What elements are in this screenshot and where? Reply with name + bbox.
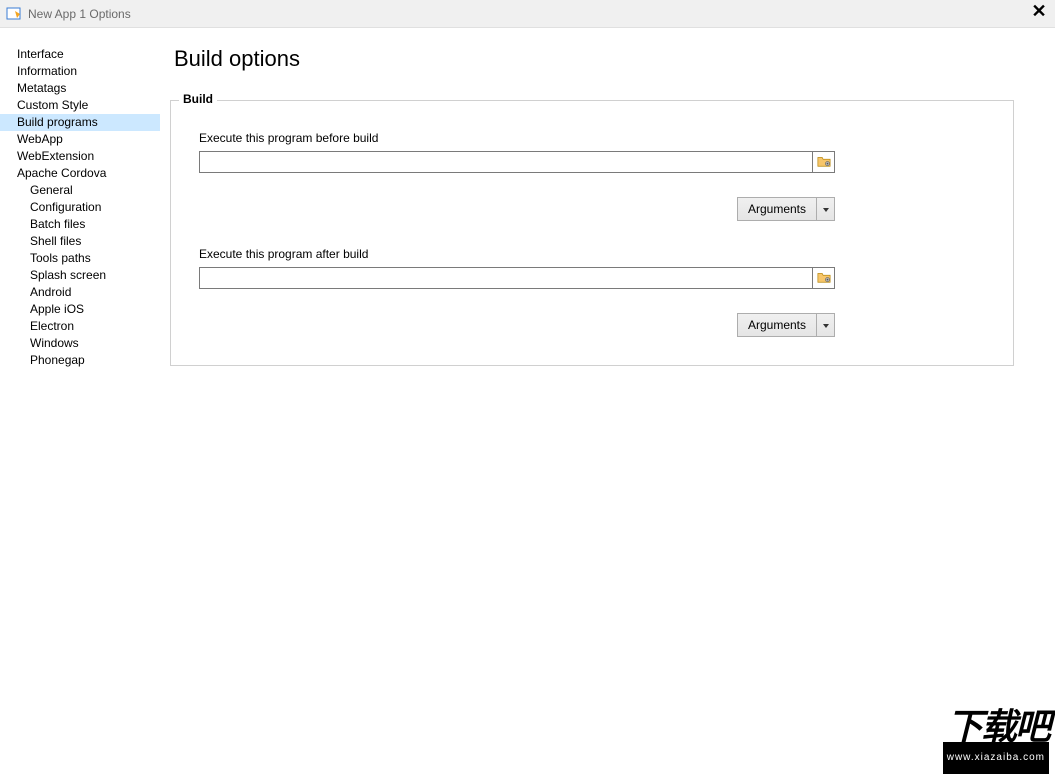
watermark: 下载吧 www.xiazaiba.com bbox=[937, 710, 1055, 774]
window-title: New App 1 Options bbox=[28, 7, 131, 21]
sidebar-subitem[interactable]: Phonegap bbox=[0, 352, 160, 369]
after-arguments-row: Arguments bbox=[199, 313, 835, 337]
sidebar-item[interactable]: Custom Style bbox=[0, 97, 160, 114]
sidebar-subitem[interactable]: Windows bbox=[0, 335, 160, 352]
before-build-row bbox=[199, 151, 835, 173]
build-group: Build Execute this program before build bbox=[170, 100, 1014, 366]
arguments-button-dropdown[interactable] bbox=[817, 313, 835, 337]
sidebar-subitem[interactable]: Apple iOS bbox=[0, 301, 160, 318]
watermark-text: 下载吧 bbox=[947, 706, 1049, 747]
sidebar-subitem[interactable]: Android bbox=[0, 284, 160, 301]
before-build-label: Execute this program before build bbox=[199, 131, 985, 145]
sidebar-item[interactable]: Apache Cordova bbox=[0, 165, 160, 182]
before-arguments-button[interactable]: Arguments bbox=[737, 197, 835, 221]
sidebar-subitem[interactable]: Splash screen bbox=[0, 267, 160, 284]
sidebar-subitem[interactable]: Shell files bbox=[0, 233, 160, 250]
sidebar: InterfaceInformationMetatagsCustom Style… bbox=[0, 28, 160, 774]
after-build-input[interactable] bbox=[199, 267, 813, 289]
arguments-button-main[interactable]: Arguments bbox=[737, 313, 817, 337]
titlebar: New App 1 Options ✕ bbox=[0, 0, 1055, 28]
arguments-button-dropdown[interactable] bbox=[817, 197, 835, 221]
before-build-input[interactable] bbox=[199, 151, 813, 173]
before-arguments-row: Arguments bbox=[199, 197, 835, 221]
sidebar-item[interactable]: WebApp bbox=[0, 131, 160, 148]
sidebar-item[interactable]: WebExtension bbox=[0, 148, 160, 165]
sidebar-subitem[interactable]: Electron bbox=[0, 318, 160, 335]
sidebar-item[interactable]: Information bbox=[0, 63, 160, 80]
folder-icon bbox=[817, 270, 831, 287]
main-panel: Build options Build Execute this program… bbox=[160, 28, 1055, 774]
after-arguments-button[interactable]: Arguments bbox=[737, 313, 835, 337]
after-build-browse-button[interactable] bbox=[813, 267, 835, 289]
arguments-button-main[interactable]: Arguments bbox=[737, 197, 817, 221]
folder-icon bbox=[817, 154, 831, 171]
before-build-browse-button[interactable] bbox=[813, 151, 835, 173]
app-icon bbox=[6, 6, 22, 22]
close-icon: ✕ bbox=[1031, 1, 1046, 21]
sidebar-item[interactable]: Build programs bbox=[0, 114, 160, 131]
group-legend: Build bbox=[179, 92, 217, 106]
close-button[interactable]: ✕ bbox=[1027, 2, 1051, 26]
chevron-down-icon bbox=[822, 202, 830, 217]
chevron-down-icon bbox=[822, 318, 830, 333]
sidebar-subitem[interactable]: Batch files bbox=[0, 216, 160, 233]
after-build-label: Execute this program after build bbox=[199, 247, 985, 261]
sidebar-subitem[interactable]: Configuration bbox=[0, 199, 160, 216]
watermark-sub: www.xiazaiba.com bbox=[943, 742, 1049, 774]
page-title: Build options bbox=[174, 46, 1035, 72]
body-container: InterfaceInformationMetatagsCustom Style… bbox=[0, 28, 1055, 774]
sidebar-subitem[interactable]: Tools paths bbox=[0, 250, 160, 267]
after-build-row bbox=[199, 267, 835, 289]
sidebar-subitem[interactable]: General bbox=[0, 182, 160, 199]
sidebar-item[interactable]: Metatags bbox=[0, 80, 160, 97]
sidebar-item[interactable]: Interface bbox=[0, 46, 160, 63]
